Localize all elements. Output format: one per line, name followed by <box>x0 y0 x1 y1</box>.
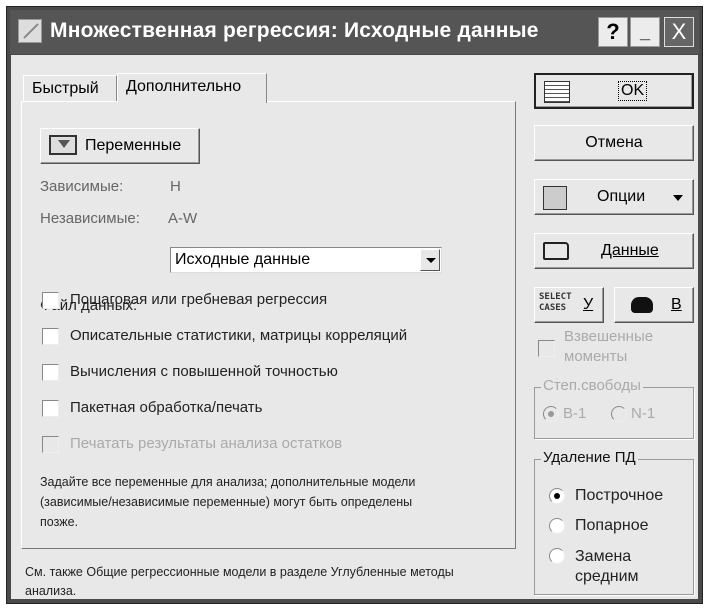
checkbox-label: Вычисления с повышенной точностью <box>70 363 338 380</box>
cancel-button-label: Отмена <box>585 134 643 151</box>
hint-line: Задайте все переменные для анализа; допо… <box>40 475 416 489</box>
select-cases-icon: SELECT CASES <box>539 292 572 314</box>
footer-note: См. также Общие регрессионные модели в р… <box>25 563 454 601</box>
checkbox-box[interactable] <box>42 400 59 417</box>
radio-label: N-1 <box>631 405 656 422</box>
independent-label: Независимые: <box>40 210 140 227</box>
ok-button[interactable]: OK <box>534 73 694 109</box>
checkbox-label: Описательные статистики, матрицы корреля… <box>70 327 408 344</box>
checkbox-box <box>538 340 555 357</box>
folder-icon <box>543 242 569 260</box>
weights-key: В <box>671 296 682 313</box>
variables-icon <box>49 135 77 155</box>
dialog-window: Множественная регрессия: Исходные данные… <box>6 6 703 604</box>
dependent-value: H <box>170 178 181 195</box>
checkbox-box[interactable] <box>42 292 59 309</box>
title-bar[interactable]: Множественная регрессия: Исходные данные… <box>10 10 699 54</box>
data-button-label: Данные <box>601 242 659 260</box>
radio-label: В-1 <box>563 405 587 422</box>
chevron-down-icon[interactable] <box>420 249 440 271</box>
select-cases-key: У <box>583 296 594 313</box>
options-button-label: Опции <box>597 188 646 205</box>
select-cases-button[interactable]: SELECT CASES У <box>534 287 604 323</box>
options-icon <box>543 186 567 210</box>
ok-button-label: OK <box>618 81 648 101</box>
minimize-button[interactable]: _ <box>630 17 660 47</box>
datafile-value: Исходные данные <box>175 251 311 268</box>
ok-icon <box>544 81 570 103</box>
missing-data-group-title: Удаление ПД <box>541 449 638 466</box>
help-button[interactable]: ? <box>598 17 628 47</box>
checkbox-label: Пакетная обработка/печать <box>70 399 263 416</box>
radio-button <box>543 406 559 422</box>
weights-button[interactable]: В <box>614 287 694 323</box>
checkbox-box[interactable] <box>42 328 59 345</box>
checkbox-box[interactable] <box>42 364 59 381</box>
window-title: Множественная регрессия: Исходные данные <box>50 19 539 42</box>
radio-label: Попарное <box>575 517 649 534</box>
close-button[interactable]: X <box>664 17 694 47</box>
dialog-client: Быстрый Дополнительно Переменные Зависим… <box>11 55 698 599</box>
missing-data-group: Удаление ПД Построчное Попарное Замена с… <box>534 449 694 595</box>
tab-quick[interactable]: Быстрый <box>23 75 117 101</box>
label-line: моменты <box>564 348 628 365</box>
tab-quick-label: Быстрый <box>32 80 99 97</box>
dof-group-title: Степ.свободы <box>541 377 643 394</box>
app-icon <box>18 19 42 43</box>
hint-line: (зависимые/независимые переменные) могут… <box>40 495 413 509</box>
variables-button-label: Переменные <box>85 137 182 154</box>
radio-button <box>611 406 627 422</box>
select-cases-icon-line: CASES <box>539 303 567 313</box>
options-button[interactable]: Опции <box>534 179 694 215</box>
radio-label: Замена средним <box>575 547 639 587</box>
cancel-button[interactable]: Отмена <box>534 125 694 161</box>
chevron-down-icon <box>673 195 683 201</box>
tab-panel-advanced: Переменные Зависимые: H Независимые: A-W… <box>21 101 516 549</box>
checkbox-label: Печатать результаты анализа остатков <box>70 435 343 452</box>
hint-line: позже. <box>40 515 79 529</box>
footer-line: анализа. <box>25 584 77 598</box>
footer-line: См. также Общие регрессионные модели в р… <box>25 565 454 579</box>
radio-button[interactable] <box>549 488 565 504</box>
label-line: Взвешенные <box>564 328 654 345</box>
data-button[interactable]: Данные <box>534 233 694 269</box>
independent-value: A-W <box>168 210 198 227</box>
checkbox-box <box>42 436 59 453</box>
label-line: Замена <box>575 548 632 565</box>
dof-group: Степ.свободы В-1 N-1 <box>534 377 694 439</box>
radio-label: Построчное <box>575 487 664 504</box>
select-cases-icon-line: SELECT <box>539 292 572 302</box>
variables-button[interactable]: Переменные <box>40 128 200 164</box>
weights-icon <box>631 297 653 313</box>
radio-button[interactable] <box>549 518 565 534</box>
checkbox-label: Пошаговая или гребневая регрессия <box>70 291 328 308</box>
datafile-select[interactable]: Исходные данные <box>170 247 442 273</box>
tab-advanced[interactable]: Дополнительно <box>117 73 267 103</box>
checkbox-label: Взвешенные моменты <box>564 327 653 367</box>
radio-button[interactable] <box>549 548 565 564</box>
hint-text: Задайте все переменные для анализа; допо… <box>40 472 415 532</box>
data-button-text: Данные <box>601 242 659 259</box>
dependent-label: Зависимые: <box>40 178 124 195</box>
label-line: средним <box>575 568 639 585</box>
tab-advanced-label: Дополнительно <box>126 78 242 95</box>
